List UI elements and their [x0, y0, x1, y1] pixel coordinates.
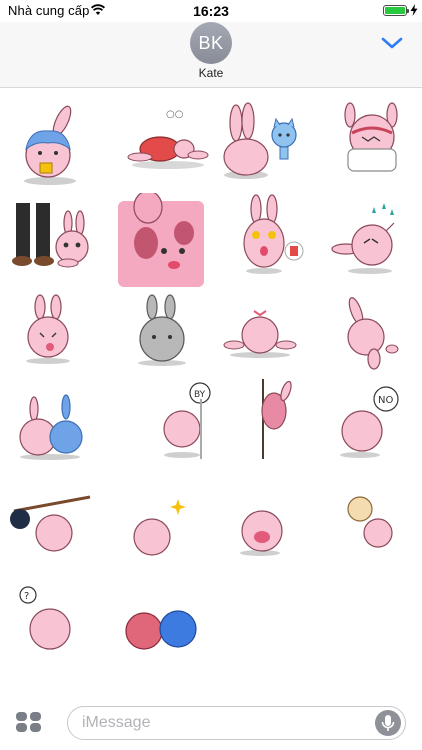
battery-level: [385, 7, 405, 14]
sticker-rabbit-sleeping[interactable]: ○○: [118, 93, 218, 193]
sticker-rabbit-question[interactable]: ?: [14, 583, 114, 683]
sticker-rabbits-bump-heads[interactable]: [118, 583, 218, 683]
charging-bolt-icon: [410, 4, 418, 16]
app-drawer-icon[interactable]: [16, 712, 42, 732]
app-drawer-dot: [16, 723, 27, 732]
svg-text:BY: BY: [194, 390, 206, 400]
sticker-rabbit-no[interactable]: NO: [330, 379, 422, 479]
sticker-rabbit-stone[interactable]: [126, 293, 226, 393]
sticker-rabbit-bye[interactable]: BY: [142, 379, 242, 479]
sticker-rabbit-blue-cat[interactable]: [216, 93, 316, 193]
sticker-rabbit-pillow[interactable]: [322, 93, 422, 193]
sticker-rabbit-tongue[interactable]: [12, 293, 112, 393]
clock: 16:23: [193, 3, 229, 19]
app-drawer-dot: [30, 712, 41, 721]
message-field[interactable]: [67, 706, 406, 740]
battery-icon: [383, 5, 409, 16]
sticker-rabbit-blue-hair[interactable]: [4, 93, 104, 193]
app-drawer-dot: [16, 712, 27, 721]
sticker-rabbit-red-envelope[interactable]: [228, 193, 328, 293]
message-input[interactable]: [82, 714, 362, 732]
svg-text:NO: NO: [378, 395, 393, 406]
sticker-rabbit-legs[interactable]: [12, 199, 112, 299]
battery-cap: [407, 9, 409, 13]
chevron-down-icon[interactable]: [381, 36, 403, 50]
sticker-rabbit-laugh[interactable]: [232, 485, 332, 585]
sticker-rabbit-upside-down[interactable]: [330, 293, 422, 393]
contact-name[interactable]: Kate: [0, 66, 422, 80]
sticker-rabbit-doll[interactable]: [338, 485, 422, 585]
sticker-rabbit-sweat[interactable]: [330, 193, 422, 293]
microphone-button[interactable]: [375, 710, 401, 736]
conversation-header: BK Kate: [0, 22, 422, 88]
app-drawer-dot: [30, 723, 41, 732]
sticker-rabbit-bindle[interactable]: [10, 491, 110, 591]
sticker-rabbit-bow[interactable]: [220, 293, 320, 393]
svg-text:○○: ○○: [166, 109, 183, 120]
microphone-icon: [381, 715, 395, 731]
sticker-grid: ○○ BY NO ?: [0, 89, 422, 689]
sticker-rabbit-closeup[interactable]: [118, 193, 218, 293]
avatar[interactable]: BK: [190, 22, 232, 64]
message-input-bar: [0, 696, 422, 750]
sticker-rabbit-sparkles[interactable]: [120, 485, 220, 585]
status-bar: Nhà cung cấp 16:23: [0, 0, 422, 22]
svg-text:?: ?: [24, 591, 29, 602]
sticker-rabbit-blue-friend[interactable]: [14, 393, 114, 493]
